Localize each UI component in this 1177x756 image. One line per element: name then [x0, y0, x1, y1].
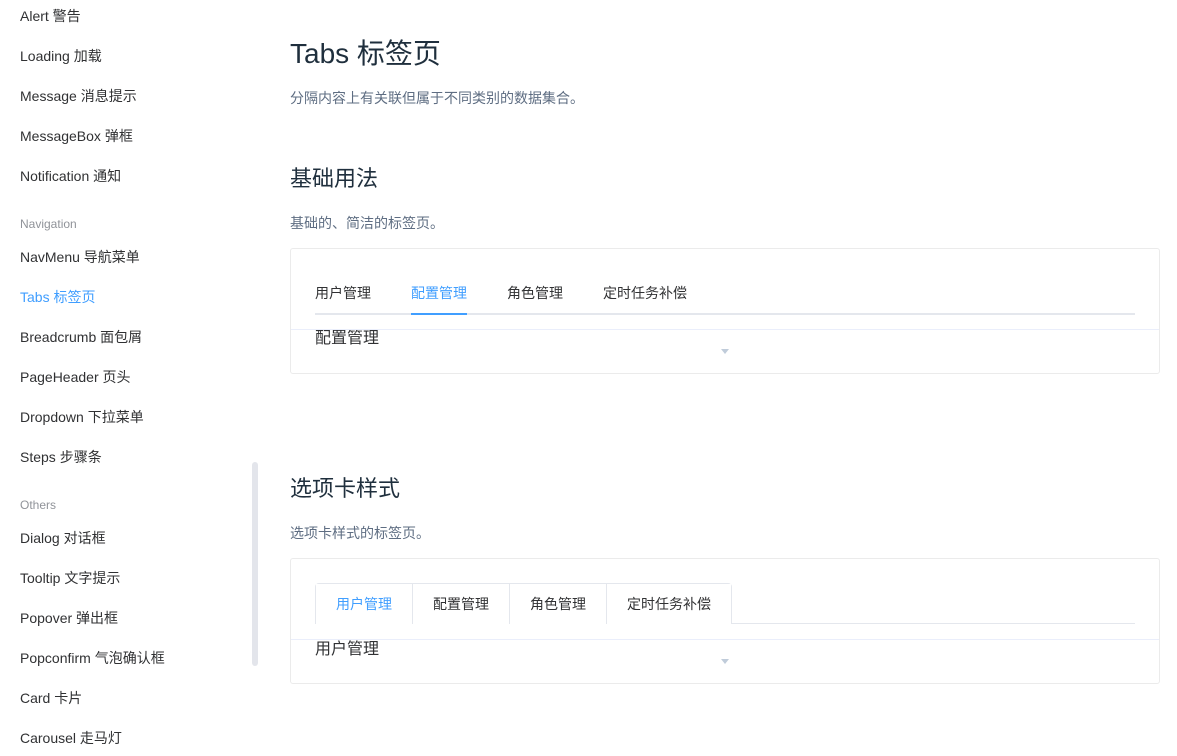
demo-expand-control[interactable] — [291, 329, 1159, 373]
sidebar-item-notification[interactable]: Notification 通知 — [20, 166, 121, 186]
tabs-basic: 用户管理 配置管理 角色管理 定时任务补偿 — [315, 283, 1135, 315]
caret-down-icon — [721, 349, 729, 354]
sidebar-group-others: Others — [20, 498, 57, 512]
sidebar-item-card[interactable]: Card 卡片 — [20, 688, 82, 708]
sidebar-group-navigation: Navigation — [20, 217, 77, 231]
card-tab-scheduled-task-compensation[interactable]: 定时任务补偿 — [606, 584, 731, 624]
sidebar-item-loading[interactable]: Loading 加载 — [20, 46, 102, 66]
section-description-card: 选项卡样式的标签页。 — [290, 525, 430, 541]
tab-active-indicator — [411, 313, 467, 315]
sidebar-item-dialog[interactable]: Dialog 对话框 — [20, 528, 106, 548]
section-title-card: 选项卡样式 — [290, 476, 401, 501]
section-title-basic: 基础用法 — [290, 166, 379, 191]
sidebar-item-popconfirm[interactable]: Popconfirm 气泡确认框 — [20, 648, 165, 668]
tabs-card: 用户管理 配置管理 角色管理 定时任务补偿 — [315, 583, 1135, 625]
demo-block-card: 用户管理 配置管理 角色管理 定时任务补偿 用户管理 — [290, 558, 1160, 684]
page-title: Tabs 标签页 — [290, 38, 441, 69]
sidebar-item-breadcrumb[interactable]: Breadcrumb 面包屑 — [20, 327, 142, 347]
sidebar-scrollbar[interactable] — [252, 462, 258, 666]
sidebar-item-tabs[interactable]: Tabs 标签页 — [20, 287, 95, 307]
sidebar: Alert 警告 Loading 加载 Message 消息提示 Message… — [0, 0, 262, 756]
sidebar-item-alert[interactable]: Alert 警告 — [20, 6, 81, 26]
tab-user-management[interactable]: 用户管理 — [315, 283, 371, 303]
demo-block-basic: 用户管理 配置管理 角色管理 定时任务补偿 配置管理 — [290, 248, 1160, 374]
sidebar-item-navmenu[interactable]: NavMenu 导航菜单 — [20, 247, 140, 267]
tab-scheduled-task-compensation[interactable]: 定时任务补偿 — [603, 283, 687, 303]
sidebar-item-popover[interactable]: Popover 弹出框 — [20, 608, 118, 628]
main-content: Tabs 标签页 分隔内容上有关联但属于不同类别的数据集合。 基础用法 基础的、… — [290, 0, 1160, 756]
card-tabs-nav: 用户管理 配置管理 角色管理 定时任务补偿 — [315, 583, 732, 625]
sidebar-item-tooltip[interactable]: Tooltip 文字提示 — [20, 568, 120, 588]
card-tab-role-management[interactable]: 角色管理 — [509, 584, 606, 624]
tab-config-management[interactable]: 配置管理 — [411, 283, 467, 303]
sidebar-item-steps[interactable]: Steps 步骤条 — [20, 447, 102, 467]
sidebar-item-messagebox[interactable]: MessageBox 弹框 — [20, 126, 133, 146]
sidebar-item-dropdown[interactable]: Dropdown 下拉菜单 — [20, 407, 144, 427]
card-tab-user-management[interactable]: 用户管理 — [316, 584, 412, 625]
section-description-basic: 基础的、简洁的标签页。 — [290, 215, 444, 231]
tab-role-management[interactable]: 角色管理 — [507, 283, 563, 303]
page-description: 分隔内容上有关联但属于不同类别的数据集合。 — [290, 90, 584, 106]
sidebar-item-carousel[interactable]: Carousel 走马灯 — [20, 728, 122, 748]
sidebar-item-message[interactable]: Message 消息提示 — [20, 86, 137, 106]
demo-expand-control-card[interactable] — [291, 639, 1159, 683]
sidebar-item-pageheader[interactable]: PageHeader 页头 — [20, 367, 131, 387]
card-tab-config-management[interactable]: 配置管理 — [412, 584, 509, 624]
caret-down-icon — [721, 659, 729, 664]
